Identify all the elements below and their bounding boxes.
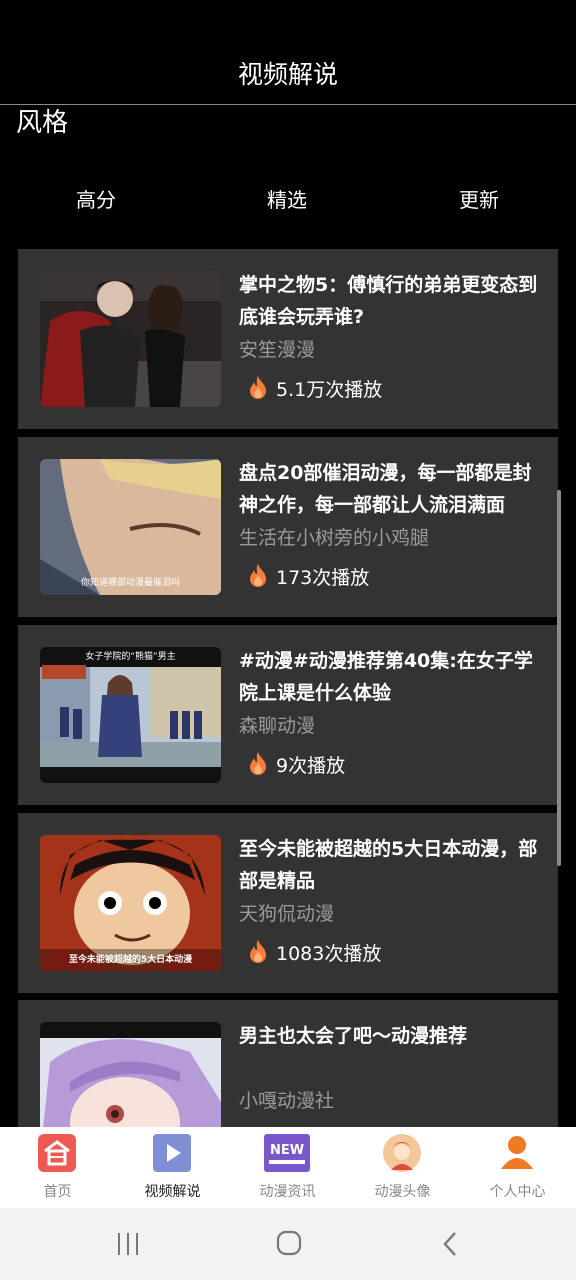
video-card[interactable]: 至今未能被超越的5大日本动漫 至今未能被超越的5大日本动漫，部部是精品 天狗侃动… [18,813,558,993]
thumbnail-caption: 女子学院的“熊猫”男主 [85,652,176,662]
video-card[interactable]: 你知道哪部动漫最催泪吗 盘点20部催泪动漫，每一部都是封神之作，每一部都让人流泪… [18,437,558,617]
fire-icon [250,564,266,587]
video-card[interactable]: 掌中之物5：傅慎行的弟弟更变态到底谁会玩弄谁? 安笙漫漫 5.1万次播放 [18,249,558,429]
tab-label: 动漫头像 [374,1184,431,1200]
filter-featured[interactable]: 精选 [227,184,347,213]
tab-label: 动漫资讯 [259,1184,316,1200]
video-card[interactable]: 女子学院的“熊猫”男主 #动漫#动漫推荐第40集:在女子学院上课是什么体验 森聊… [18,625,558,805]
play-count: 1083次播放 [246,937,381,967]
header-divider [0,104,576,105]
video-author[interactable]: 安笙漫漫 [239,335,315,362]
play-count-text: 1083次播放 [276,942,382,965]
video-thumbnail[interactable] [40,1022,221,1127]
fire-icon [250,940,266,963]
fire-icon [250,752,266,775]
tab-video-commentary[interactable]: 视频解说 [115,1127,230,1208]
new-badge-text: NEW [270,1143,304,1158]
play-count-text: 5.1万次播放 [276,378,383,401]
recent-apps-icon[interactable] [116,1231,140,1257]
tab-home[interactable]: 首页 [0,1127,115,1208]
play-count: 173次播放 [246,561,369,591]
video-title[interactable]: 掌中之物5：傅慎行的弟弟更变态到底谁会玩弄谁? [239,269,539,333]
tab-label: 视频解说 [144,1184,201,1200]
thumbnail-caption: 至今未能被超越的5大日本动漫 [68,955,193,965]
video-author[interactable]: 小嘎动漫社 [239,1086,334,1113]
video-author[interactable]: 森聊动漫 [239,711,315,738]
tab-profile[interactable]: 个人中心 [460,1127,575,1208]
video-card[interactable]: 男主也太会了吧～动漫推荐 小嘎动漫社 [18,1000,558,1127]
play-count: 9次播放 [246,749,345,779]
bottom-tab-bar: 首页 视频解说 NEW 动漫资讯 动漫头像 个人中心 [0,1127,576,1208]
tab-label: 个人中心 [489,1184,546,1200]
video-thumbnail[interactable]: 你知道哪部动漫最催泪吗 [40,459,221,595]
play-count-text: 173次播放 [276,566,370,589]
thumbnail-caption: 你知道哪部动漫最催泪吗 [80,578,180,588]
fire-icon [250,376,266,399]
system-nav-bar [0,1208,576,1280]
play-count-text: 9次播放 [276,754,346,777]
video-thumbnail[interactable]: 女子学院的“熊猫”男主 [40,647,221,783]
tab-anime-news[interactable]: NEW 动漫资讯 [230,1127,345,1208]
video-title[interactable]: 盘点20部催泪动漫，每一部都是封神之作，每一部都让人流泪满面 [239,457,539,521]
play-icon [153,1134,191,1172]
new-badge-icon: NEW [264,1134,310,1172]
play-count: 5.1万次播放 [246,373,382,403]
scrollbar[interactable] [557,490,561,866]
home-icon [38,1134,76,1172]
tab-label: 首页 [43,1184,72,1200]
back-icon[interactable] [440,1230,460,1258]
video-title[interactable]: 男主也太会了吧～动漫推荐 [239,1020,539,1052]
page-title: 视频解说 [237,60,338,89]
video-title[interactable]: 至今未能被超越的5大日本动漫，部部是精品 [239,833,539,897]
video-author[interactable]: 生活在小树旁的小鸡腿 [239,523,429,550]
style-label: 风格 [16,108,69,138]
video-author[interactable]: 天狗侃动漫 [239,899,334,926]
video-thumbnail[interactable]: 至今未能被超越的5大日本动漫 [40,835,221,971]
video-list[interactable]: 掌中之物5：傅慎行的弟弟更变态到底谁会玩弄谁? 安笙漫漫 5.1万次播放 你知道… [18,249,558,1127]
filter-high-score[interactable]: 高分 [36,184,156,213]
person-icon [501,1136,533,1169]
avatar-icon [383,1134,421,1172]
video-thumbnail[interactable] [40,271,221,407]
tab-anime-avatar[interactable]: 动漫头像 [345,1127,460,1208]
home-nav-icon[interactable] [276,1230,302,1256]
header: 视频解说 [0,0,576,105]
filter-updated[interactable]: 更新 [419,184,539,213]
video-title[interactable]: #动漫#动漫推荐第40集:在女子学院上课是什么体验 [239,645,539,709]
